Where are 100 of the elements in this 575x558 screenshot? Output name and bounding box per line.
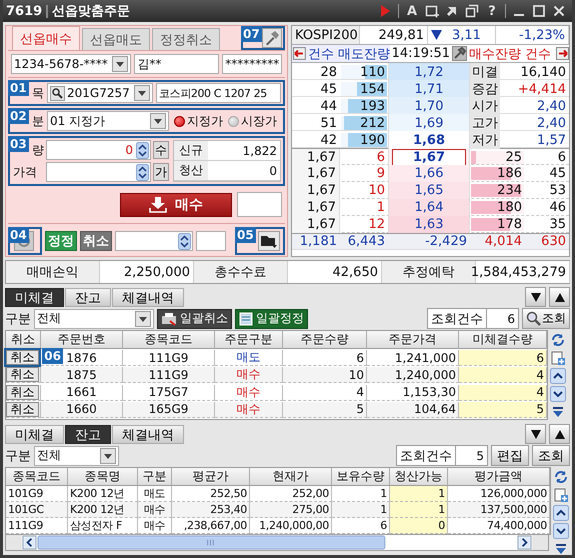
caret-icon[interactable]	[100, 448, 116, 464]
toolbar-button[interactable]: A	[405, 4, 419, 18]
table-cell: 0	[390, 518, 448, 534]
symbol-code-select[interactable]: 201G7257	[47, 83, 154, 103]
restore-icon[interactable]	[465, 4, 479, 18]
spinner-icon[interactable]	[136, 142, 149, 158]
price-type-radio[interactable]: 지정가	[174, 112, 223, 130]
close-icon[interactable]	[552, 4, 566, 18]
toolbar-button[interactable]: 편집	[491, 445, 529, 466]
scroll-bottom-icon[interactable]	[553, 541, 569, 555]
horizontal-scrollbar[interactable]	[5, 535, 549, 551]
cancel-button[interactable]: 취소	[80, 231, 112, 251]
tool-button[interactable]	[262, 28, 282, 48]
info-value: 1,57	[536, 132, 567, 149]
table-cell: 111G9	[123, 367, 215, 384]
column-header: 주문번호	[41, 331, 123, 349]
info-label: 고가	[470, 114, 500, 132]
spinner-icon[interactable]	[178, 232, 191, 250]
caret-icon[interactable]	[150, 113, 166, 129]
cancel-button[interactable]: 취소	[6, 402, 39, 417]
account-select[interactable]: 1234-5678-****	[11, 54, 132, 74]
column-header: 주문구분	[215, 331, 283, 349]
filter-label: 구분	[5, 310, 31, 328]
new-window-icon[interactable]	[425, 4, 439, 18]
cancel-button[interactable]: 취소	[6, 350, 39, 366]
unit-button[interactable]: 수	[153, 141, 169, 159]
add-page-icon[interactable]	[550, 350, 566, 366]
table-cell: 매수	[215, 384, 283, 401]
password-field[interactable]: *********	[222, 54, 282, 74]
bulk-modify-button[interactable]: 일괄정정	[235, 308, 308, 328]
table-cell: 275,00	[250, 502, 332, 518]
input-field[interactable]	[196, 231, 226, 251]
refresh-icon[interactable]	[550, 332, 566, 348]
info-value: +4,414	[516, 80, 567, 98]
folder-button[interactable]	[258, 231, 280, 251]
search-icon[interactable]	[50, 86, 65, 100]
order-count: 6	[556, 149, 567, 166]
order-type-select[interactable]: 01 지정가	[47, 111, 169, 131]
list-tab[interactable]: 잔고	[65, 288, 111, 306]
total-value: 6,443	[346, 234, 386, 249]
price-field[interactable]	[46, 162, 151, 182]
table-cell: 1661	[41, 384, 123, 401]
cancel-button[interactable]: 취소	[6, 384, 39, 400]
input-field[interactable]	[237, 192, 282, 217]
buy-button[interactable]: 매수	[120, 192, 232, 216]
bid-price[interactable]: 1,67	[392, 149, 466, 166]
input-field[interactable]	[115, 231, 193, 251]
cancel-button[interactable]: 취소	[6, 367, 39, 382]
caret-icon[interactable]	[112, 56, 128, 72]
list-tab[interactable]: 미체결	[5, 288, 64, 306]
count-value: 5	[456, 445, 488, 466]
total-value: 630	[540, 234, 567, 249]
price-type-radio[interactable]: 시장가	[228, 112, 277, 130]
move-up-button[interactable]	[549, 424, 570, 444]
table-cell: 101G9	[6, 486, 68, 502]
scroll-up-icon[interactable]	[550, 368, 566, 384]
caret-icon[interactable]	[135, 310, 151, 326]
toolbar-button[interactable]: ?	[485, 4, 499, 18]
quantity-field[interactable]: 0	[46, 140, 151, 160]
unit-button[interactable]: 가	[153, 163, 169, 181]
move-down-button[interactable]	[525, 287, 546, 307]
tool-icon[interactable]	[452, 46, 467, 61]
order-count: 28	[319, 64, 338, 81]
scroll-down-icon[interactable]	[553, 523, 569, 539]
move-down-button[interactable]	[525, 424, 546, 444]
maximize-icon[interactable]	[532, 4, 546, 18]
total-value: 4,014	[484, 234, 523, 249]
order-tab[interactable]: 선옵매수	[12, 26, 80, 50]
bid-quantity: 180	[497, 200, 523, 215]
order-tab[interactable]: 선옵매도	[82, 28, 150, 50]
toolbar-button[interactable]: 조회	[532, 445, 570, 466]
list-tab[interactable]: 잔고	[65, 424, 111, 444]
scroll-up-icon[interactable]	[553, 505, 569, 521]
table-cell: 1,153,30	[367, 384, 459, 401]
play-icon[interactable]	[378, 4, 392, 18]
add-page-icon[interactable]	[553, 487, 569, 503]
up-triangle-icon	[554, 292, 564, 302]
spinner-icon[interactable]	[136, 164, 149, 180]
move-up-button[interactable]	[549, 287, 570, 307]
query-button[interactable]: 조회	[522, 308, 570, 329]
ask-price: 1,69	[388, 114, 470, 132]
list-tab[interactable]: 체결내역	[112, 424, 184, 444]
filter-select[interactable]: 전체	[34, 308, 154, 328]
expand-left-icon[interactable]	[293, 47, 306, 60]
expand-right-icon[interactable]	[556, 47, 569, 60]
list-tab[interactable]: 미체결	[5, 424, 64, 444]
filter-select[interactable]: 전체	[34, 446, 119, 466]
modify-button[interactable]: 정정	[45, 231, 77, 251]
index-value: 249,81	[360, 26, 428, 44]
summary-label: 총수수료	[194, 261, 288, 283]
column-header: 건수 매도잔량	[308, 46, 390, 62]
name-field[interactable]: 김**	[134, 54, 220, 74]
bulk-cancel-button[interactable]: 일괄취소	[157, 308, 232, 328]
scroll-down-icon[interactable]	[550, 386, 566, 402]
refresh-icon[interactable]	[553, 469, 569, 485]
order-count: 35	[548, 216, 567, 233]
list-tab[interactable]: 체결내역	[112, 288, 184, 306]
order-tab[interactable]: 정정취소	[152, 28, 220, 50]
caret-icon[interactable]	[134, 85, 150, 101]
arrow-icon[interactable]	[445, 4, 459, 18]
